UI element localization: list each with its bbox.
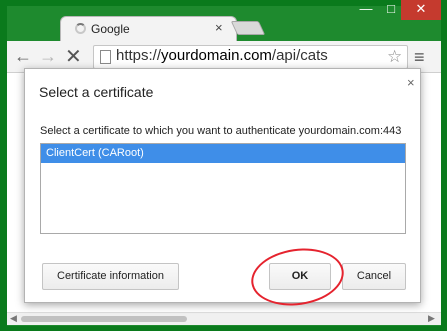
certificate-dialog: × Select a certificate Select a certific…: [24, 68, 421, 303]
browser-menu-icon[interactable]: ≡: [414, 47, 425, 68]
new-tab-button[interactable]: [230, 21, 266, 35]
dialog-description: Select a certificate to which you want t…: [40, 125, 402, 137]
dialog-close-icon[interactable]: ×: [407, 75, 415, 90]
dialog-title: Select a certificate: [39, 84, 154, 100]
address-bar[interactable]: https://yourdomain.com/api/cats ☆: [93, 45, 408, 69]
bookmark-star-icon[interactable]: ☆: [387, 47, 402, 67]
loading-spinner-icon: [75, 23, 86, 34]
cancel-button[interactable]: Cancel: [342, 263, 406, 290]
certificate-list-item[interactable]: ClientCert (CARoot): [41, 144, 405, 163]
url-path: /api/cats: [271, 47, 328, 64]
tab-close-icon[interactable]: ×: [215, 20, 223, 35]
scroll-left-icon[interactable]: ◀: [10, 313, 17, 324]
horizontal-scrollbar[interactable]: ◀ ▶: [7, 312, 441, 325]
certificate-information-button[interactable]: Certificate information: [42, 263, 179, 290]
url-host: yourdomain.com: [161, 47, 272, 64]
forward-arrow-icon[interactable]: →: [39, 46, 57, 67]
scroll-thumb[interactable]: [21, 316, 187, 322]
scroll-right-icon[interactable]: ▶: [428, 313, 435, 324]
page-icon: [100, 50, 111, 64]
back-arrow-icon[interactable]: ←: [14, 46, 32, 67]
certificate-list[interactable]: ClientCert (CARoot): [40, 143, 406, 234]
url-scheme: https://: [116, 47, 162, 64]
stop-loading-icon[interactable]: ✕: [65, 44, 82, 69]
url-text: https://yourdomain.com/api/cats: [116, 47, 328, 64]
browser-tab[interactable]: Google ×: [60, 16, 237, 42]
window-close-button[interactable]: ✕: [401, 0, 441, 20]
tab-title: Google: [91, 22, 130, 36]
minimize-button[interactable]: —: [353, 0, 379, 20]
